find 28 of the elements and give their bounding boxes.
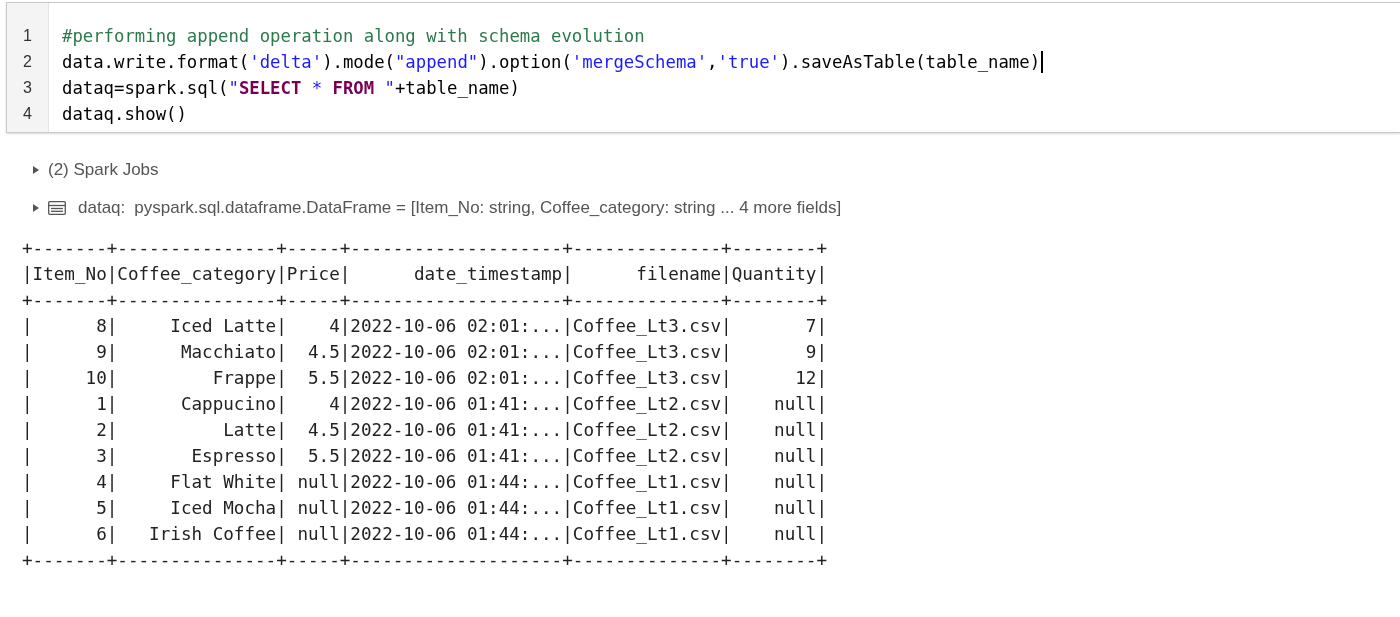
table-output-line: | 8| Iced Latte| 4|2022-10-06 02:01:...|Coffee_Lt3.csv| 7| bbox=[22, 315, 829, 338]
table-output-line: | 3| Espresso| 5.5|2022-10-06 01:41:...|Coffee_Lt2.csv| null| bbox=[22, 445, 829, 468]
line-number: 4 bbox=[23, 104, 32, 124]
line-number: 2 bbox=[23, 52, 32, 72]
code-cell[interactable] bbox=[6, 2, 1400, 133]
table-output-line: | 1| Cappucino| 4|2022-10-06 01:41:...|Coffee_Lt2.csv| null| bbox=[22, 393, 829, 416]
table-output-line: | 2| Latte| 4.5|2022-10-06 01:41:...|Coffee_Lt2.csv| null| bbox=[22, 419, 829, 442]
table-output-line: +-------+---------------+-----+--------------------+--------------+--------+ bbox=[22, 237, 829, 260]
expand-triangle-icon[interactable] bbox=[32, 203, 40, 213]
dataframe-schema: pyspark.sql.dataframe.DataFrame = [Item_No: string, Coffee_category: string ... 4 more fields] bbox=[134, 198, 842, 218]
table-output-line: | 10| Frappe| 5.5|2022-10-06 02:01:...|Coffee_Lt3.csv| 12| bbox=[22, 367, 829, 390]
table-output-line: +-------+---------------+-----+--------------------+--------------+--------+ bbox=[22, 549, 829, 572]
line-number: 3 bbox=[23, 78, 32, 98]
expand-triangle-icon[interactable] bbox=[32, 165, 40, 175]
code-line: dataq=spark.sql("SELECT * FROM "+table_name) bbox=[62, 77, 520, 100]
table-output-line: +-------+---------------+-----+--------------------+--------------+--------+ bbox=[22, 289, 829, 312]
code-line: #performing append operation along with schema evolution bbox=[62, 25, 645, 48]
table-icon bbox=[48, 201, 66, 215]
table-output-line: | 9| Macchiato| 4.5|2022-10-06 02:01:...|Coffee_Lt3.csv| 9| bbox=[22, 341, 829, 364]
dataframe-name: dataq: bbox=[78, 198, 126, 218]
table-output-line: | 5| Iced Mocha| null|2022-10-06 01:44:...|Coffee_Lt1.csv| null| bbox=[22, 497, 829, 520]
line-number: 1 bbox=[23, 26, 32, 46]
table-output-line: | 6| Irish Coffee| null|2022-10-06 01:44:...|Coffee_Lt1.csv| null| bbox=[22, 523, 829, 546]
table-output-line: |Item_No|Coffee_category|Price| date_timestamp| filename|Quantity| bbox=[22, 263, 829, 286]
code-line: dataq.show() bbox=[62, 103, 187, 126]
spark-jobs-label[interactable]: (2) Spark Jobs bbox=[48, 160, 159, 180]
table-output-line: | 4| Flat White| null|2022-10-06 01:44:...|Coffee_Lt1.csv| null| bbox=[22, 471, 829, 494]
code-line: data.write.format('delta').mode("append").option('mergeSchema','true').saveAsTable(table_name) bbox=[62, 51, 1041, 74]
